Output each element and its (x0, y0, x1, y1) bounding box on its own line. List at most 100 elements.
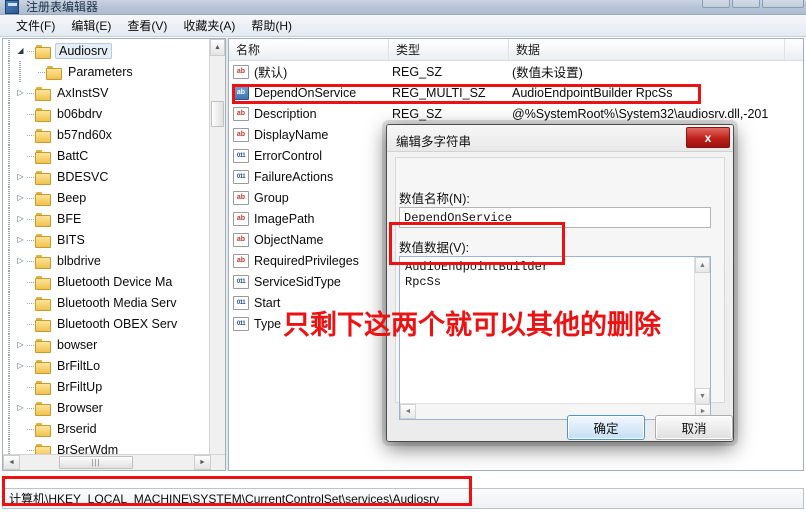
tree-horizontal-scrollbar[interactable]: ◄ ||| ► (3, 454, 225, 470)
tree-guide-dash (27, 323, 35, 325)
column-header-data[interactable]: 数据 (509, 39, 785, 60)
tree-expander-icon[interactable]: ▷ (14, 235, 27, 244)
values-list-row[interactable]: ab DependOnService REG_MULTI_SZ AudioEndpoi… (229, 82, 803, 103)
cancel-button[interactable]: 取消 (655, 415, 733, 440)
tree-expander-icon[interactable]: ▷ (14, 172, 27, 181)
tree-expander-icon[interactable]: ▷ (14, 403, 27, 412)
tree-guide-dash (27, 239, 35, 241)
tree-item[interactable]: ▷ BFE (3, 208, 211, 229)
tree-hscroll-thumb[interactable]: ||| (59, 456, 133, 469)
tree-guide (3, 82, 14, 103)
values-list-header: 名称 类型 数据 (229, 39, 803, 61)
value-name-text: RequiredPrivileges (254, 253, 359, 268)
value-name-input[interactable]: DependOnService (399, 207, 711, 228)
value-name-cell: ab DisplayName (229, 127, 389, 142)
tree-item[interactable]: b06bdrv (3, 103, 211, 124)
values-list-row[interactable]: ab (默认) REG_SZ (数值未设置) (229, 61, 803, 82)
tree-expander-icon[interactable]: ◢ (14, 46, 27, 55)
value-name-text: DependOnService (254, 85, 357, 100)
tree-guide (3, 334, 14, 355)
registry-tree[interactable]: ◢ Audiosrv Parameters ▷ AxInstSV b06bdrv b57nd… (3, 39, 211, 457)
textarea-scroll-down-icon[interactable]: ▼ (695, 388, 710, 404)
tree-expander-icon[interactable]: ▷ (14, 88, 27, 97)
tree-guide (3, 208, 14, 229)
folder-icon (35, 275, 51, 290)
tree-item[interactable]: ▷ Beep (3, 187, 211, 208)
menu-edit[interactable]: 编辑(E) (63, 15, 119, 36)
minimize-button[interactable] (702, 0, 730, 8)
tree-guide-dash (27, 260, 35, 262)
tree-scroll-thumb[interactable] (211, 101, 224, 127)
value-type-cell: REG_MULTI_SZ (392, 85, 486, 100)
tree-item[interactable]: ▷ BITS (3, 229, 211, 250)
textarea-scroll-left-icon[interactable]: ◄ (400, 404, 416, 419)
tree-guide (14, 61, 25, 82)
folder-icon (35, 401, 51, 416)
scroll-left-icon[interactable]: ◄ (3, 455, 20, 470)
tree-item[interactable]: BattC (3, 145, 211, 166)
tree-guide-dash (27, 302, 35, 304)
tree-expander-icon[interactable]: ▷ (14, 361, 27, 370)
tree-expander-icon[interactable]: ▷ (14, 193, 27, 202)
tree-guide (3, 313, 14, 334)
value-name-cell: ab RequiredPrivileges (229, 253, 389, 268)
tree-item[interactable]: Bluetooth Media Serv (3, 292, 211, 313)
tree-guide-dash (27, 281, 35, 283)
tree-item[interactable]: ▷ Browser (3, 397, 211, 418)
value-name-text: ErrorControl (254, 148, 323, 163)
folder-icon (46, 65, 62, 80)
value-name-cell: ab Description (229, 106, 389, 121)
dialog-close-icon[interactable]: x (686, 127, 730, 148)
tree-item[interactable]: Brserid (3, 418, 211, 439)
column-header-spacer (785, 39, 803, 60)
tree-item[interactable]: Bluetooth OBEX Serv (3, 313, 211, 334)
menu-help[interactable]: 帮助(H) (243, 15, 300, 36)
tree-item[interactable]: ▷ BrFiltLo (3, 355, 211, 376)
tree-expander-icon[interactable]: ▷ (14, 340, 27, 349)
tree-expander-icon[interactable]: ▷ (14, 214, 27, 223)
textarea-vertical-scrollbar[interactable]: ▲ ▼ (694, 257, 710, 404)
column-header-name[interactable]: 名称 (229, 39, 389, 60)
tree-item[interactable]: Bluetooth Device Ma (3, 271, 211, 292)
scroll-up-icon[interactable]: ▲ (210, 39, 225, 56)
tree-item-label: Audiosrv (55, 42, 112, 59)
close-button[interactable] (762, 0, 804, 8)
tree-item[interactable]: ▷ blbdrive (3, 250, 211, 271)
maximize-button[interactable] (732, 0, 760, 8)
tree-guide-dash (27, 197, 35, 199)
tree-item[interactable]: ◢ Audiosrv (3, 40, 211, 61)
scroll-right-icon[interactable]: ► (194, 455, 211, 470)
tree-item[interactable]: b57nd60x (3, 124, 211, 145)
tree-guide-dash (27, 386, 35, 388)
tree-item[interactable]: ▷ BDESVC (3, 166, 211, 187)
value-name-cell: ab ObjectName (229, 232, 389, 247)
tree-item[interactable]: Parameters (3, 61, 211, 82)
tree-guide (3, 292, 14, 313)
ok-button[interactable]: 确定 (567, 415, 645, 440)
tree-item[interactable]: BrFiltUp (3, 376, 211, 397)
value-name-text: FailureActions (254, 169, 334, 184)
folder-icon (35, 191, 51, 206)
tree-guide-dash (27, 218, 35, 220)
column-header-type[interactable]: 类型 (389, 39, 509, 60)
menu-file[interactable]: 文件(F) (8, 15, 63, 36)
menu-view[interactable]: 查看(V) (119, 15, 175, 36)
textarea-scroll-up-icon[interactable]: ▲ (695, 257, 710, 273)
tree-guide (3, 124, 14, 145)
menu-favorites[interactable]: 收藏夹(A) (175, 15, 243, 36)
tree-item-label: blbdrive (57, 253, 101, 268)
tree-guide (3, 376, 14, 397)
binary-icon: 011 (233, 295, 249, 310)
tree-vertical-scrollbar[interactable]: ▲ ▼ (209, 39, 225, 470)
tree-item[interactable]: ▷ AxInstSV (3, 82, 211, 103)
tree-guide-dash (27, 92, 35, 94)
tree-expander-icon[interactable]: ▷ (14, 256, 27, 265)
folder-icon (35, 44, 51, 59)
value-name-cell: 011 ErrorControl (229, 148, 389, 163)
tree-guide (3, 250, 14, 271)
registry-icon (5, 0, 19, 14)
registry-editor-window: 注册表编辑器 文件(F) 编辑(E) 查看(V) 收藏夹(A) 帮助(H) ◢ A… (0, 0, 806, 513)
tree-item[interactable]: ▷ bowser (3, 334, 211, 355)
values-list-row[interactable]: ab Description REG_SZ @%SystemRoot%\System3… (229, 103, 803, 124)
folder-icon (35, 212, 51, 227)
